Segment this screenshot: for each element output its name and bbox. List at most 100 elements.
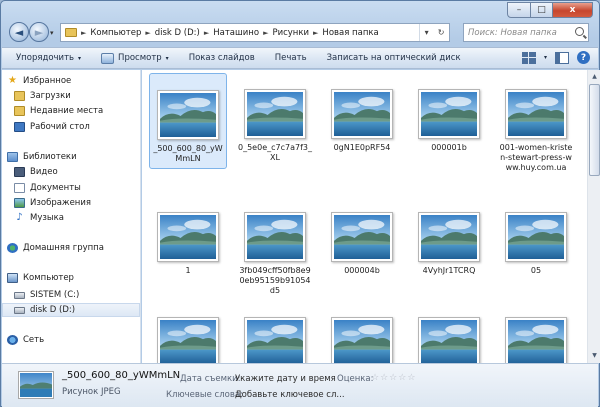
history-dropdown-icon[interactable]: ▾ bbox=[50, 29, 54, 37]
address-bar[interactable]: ► Компьютер ► disk D (D:) ► Наташино ► Р… bbox=[60, 23, 450, 42]
file-item[interactable]: 6a00e54f0ece688 bbox=[149, 301, 227, 363]
chevron-down-icon: ▾ bbox=[78, 54, 82, 62]
file-item[interactable]: 000004b bbox=[323, 196, 401, 280]
breadcrumb-separator-icon[interactable]: ► bbox=[145, 29, 150, 37]
breadcrumb-disk-d[interactable]: disk D (D:) bbox=[155, 28, 200, 38]
rating-stars[interactable]: ☆ ☆ ☆ ☆ ☆ bbox=[371, 374, 415, 383]
sidebar-item-drive-d[interactable]: disk D (D:) bbox=[2, 303, 140, 317]
sidebar-item-music[interactable]: ♪ Музыка bbox=[2, 211, 140, 225]
file-item[interactable]: 0gN1E0pRF54 bbox=[323, 73, 401, 157]
breadcrumb-computer[interactable]: Компьютер bbox=[90, 28, 141, 38]
landscape-image-icon bbox=[247, 215, 303, 259]
change-view-icon[interactable] bbox=[521, 51, 536, 64]
search-icon[interactable] bbox=[575, 27, 584, 36]
view-button[interactable]: Просмотр ▾ bbox=[101, 52, 169, 64]
back-button[interactable]: ◄ bbox=[9, 22, 29, 42]
sidebar-item-downloads[interactable]: Загрузки bbox=[2, 89, 140, 103]
sidebar-item-label: Домашняя группа bbox=[23, 243, 104, 253]
landscape-image-icon bbox=[421, 320, 477, 363]
computer-icon bbox=[7, 273, 18, 283]
file-item[interactable]: _500_600_80_yWMmLN bbox=[149, 73, 227, 169]
sidebar-item-favorites[interactable]: ★ Избранное bbox=[2, 74, 140, 88]
keywords-value[interactable]: Добавьте ключевое сл... bbox=[235, 390, 345, 400]
rating-star-icon[interactable]: ☆ bbox=[371, 374, 379, 383]
file-item[interactable]: 0_5e0e_c7c7a7f3_XL bbox=[236, 73, 314, 167]
rating-star-icon[interactable]: ☆ bbox=[380, 374, 388, 383]
sidebar-item-recent-places[interactable]: Недавние места bbox=[2, 104, 140, 118]
close-button[interactable]: x bbox=[553, 2, 593, 18]
landscape-image-icon bbox=[20, 373, 52, 397]
sidebar-item-documents[interactable]: Документы bbox=[2, 181, 140, 195]
file-item[interactable]: 9dB8TmJwCYk bbox=[236, 301, 314, 363]
command-bar-right: ▾ ? bbox=[521, 51, 590, 64]
sidebar-item-label: Изображения bbox=[30, 198, 92, 208]
breadcrumb-new-folder[interactable]: Новая папка bbox=[322, 28, 378, 38]
file-item[interactable]: 001-women-kristen-stewart-press-www.huy.… bbox=[497, 73, 575, 177]
search-input[interactable]: Поиск: Новая папка bbox=[463, 23, 589, 42]
command-bar: Упорядочить ▾ Просмотр ▾ Показ слайдов П… bbox=[2, 47, 598, 69]
address-dropdown-icon[interactable]: ▾ bbox=[425, 28, 429, 37]
minimize-button[interactable]: – bbox=[507, 2, 531, 18]
sidebar-item-label: Библиотеки bbox=[23, 152, 77, 162]
rating-star-icon[interactable]: ☆ bbox=[398, 374, 406, 383]
vertical-scrollbar[interactable]: ▲ ▼ bbox=[587, 70, 600, 363]
maximize-button[interactable]: □ bbox=[531, 2, 553, 18]
file-item[interactable]: 3fb049cff50fb8e90eb95159b91054d5 bbox=[236, 196, 314, 300]
homegroup-icon bbox=[7, 243, 18, 253]
breadcrumb-natashino[interactable]: Наташино bbox=[213, 28, 259, 38]
file-thumbnail bbox=[505, 317, 567, 363]
file-item[interactable]: 41e8d4dd1132 bbox=[410, 301, 488, 363]
file-name: 0_5e0e_c7c7a7f3_XL bbox=[238, 143, 312, 162]
sidebar-item-video[interactable]: Видео bbox=[2, 165, 140, 179]
rating-star-icon[interactable]: ☆ bbox=[407, 374, 415, 383]
view-options-icon[interactable]: ▾ bbox=[544, 54, 547, 61]
file-item[interactable]: 05 bbox=[497, 196, 575, 280]
desktop-icon bbox=[14, 122, 25, 132]
breadcrumb-separator-icon[interactable]: ► bbox=[313, 29, 318, 37]
documents-icon bbox=[14, 183, 25, 193]
sidebar-item-libraries[interactable]: Библиотеки bbox=[2, 150, 140, 164]
sidebar-item-images[interactable]: Изображения bbox=[2, 196, 140, 210]
sidebar-item-network[interactable]: Сеть bbox=[2, 333, 140, 347]
breadcrumb-pictures[interactable]: Рисунки bbox=[272, 28, 309, 38]
refresh-icon[interactable]: ↻ bbox=[438, 28, 445, 37]
preview-pane-icon[interactable] bbox=[555, 51, 569, 64]
slideshow-button[interactable]: Показ слайдов bbox=[189, 53, 255, 63]
file-name: _500_600_80_yWMmLN bbox=[153, 144, 223, 163]
file-item[interactable]: 56d458c8e85b67 bbox=[497, 301, 575, 363]
breadcrumb-separator-icon[interactable]: ► bbox=[263, 29, 268, 37]
file-item[interactable]: 000001b bbox=[410, 73, 488, 157]
drive-icon bbox=[14, 306, 25, 314]
sidebar-item-desktop[interactable]: Рабочий стол bbox=[2, 120, 140, 134]
file-thumbnail bbox=[244, 89, 306, 139]
sidebar-item-homegroup[interactable]: Домашняя группа bbox=[2, 241, 140, 255]
sidebar-item-label: Компьютер bbox=[23, 273, 74, 283]
address-row: ◄ ► ▾ ► Компьютер ► disk D (D:) ► Наташи… bbox=[5, 21, 595, 45]
scrollbar-thumb[interactable] bbox=[589, 84, 600, 176]
drive-icon bbox=[14, 291, 25, 299]
details-thumbnail bbox=[18, 371, 54, 399]
landscape-image-icon bbox=[247, 92, 303, 136]
sidebar-item-drive-c[interactable]: SISTEM (C:) bbox=[2, 288, 140, 302]
details-filetype: Рисунок JPEG bbox=[62, 387, 121, 397]
help-icon[interactable]: ? bbox=[577, 51, 590, 64]
file-item[interactable]: 4VyhJr1TCRQ bbox=[410, 196, 488, 280]
rating-star-icon[interactable]: ☆ bbox=[389, 374, 397, 383]
date-taken-value[interactable]: Укажите дату и время bbox=[235, 374, 336, 384]
file-name: 05 bbox=[530, 266, 542, 275]
breadcrumb-separator-icon[interactable]: ► bbox=[204, 29, 209, 37]
scroll-up-button[interactable]: ▲ bbox=[589, 71, 600, 83]
file-thumbnail bbox=[505, 212, 567, 262]
breadcrumb-separator-icon[interactable]: ► bbox=[81, 29, 86, 37]
forward-button[interactable]: ► bbox=[29, 22, 49, 42]
print-button[interactable]: Печать bbox=[275, 53, 307, 63]
landscape-image-icon bbox=[508, 215, 564, 259]
sidebar-item-label: Документы bbox=[30, 183, 81, 193]
file-item[interactable]: 9l7yQiMWGy4 bbox=[323, 301, 401, 363]
sidebar-item-computer[interactable]: Компьютер bbox=[2, 271, 140, 285]
burn-button[interactable]: Записать на оптический диск bbox=[327, 53, 461, 63]
sidebar-item-label: Сеть bbox=[23, 335, 45, 345]
organize-button[interactable]: Упорядочить ▾ bbox=[16, 53, 81, 63]
scroll-down-button[interactable]: ▼ bbox=[589, 350, 600, 362]
file-item[interactable]: 1 bbox=[149, 196, 227, 280]
